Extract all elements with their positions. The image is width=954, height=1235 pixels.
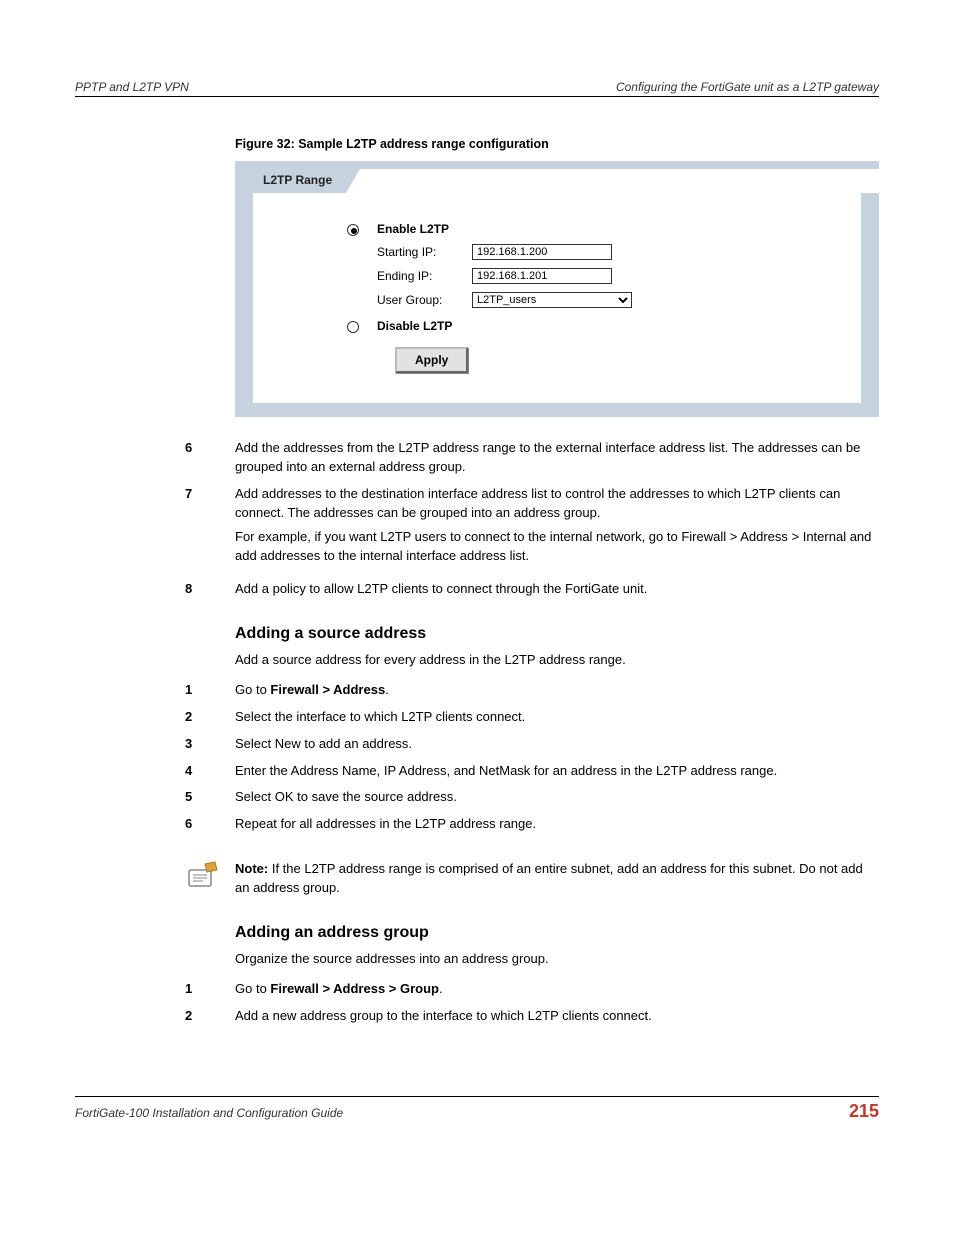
step-text: Add a policy to allow L2TP clients to co…: [235, 580, 879, 599]
source-intro: Add a source address for every address i…: [235, 651, 879, 669]
step-number: 7: [185, 485, 235, 566]
ending-ip-label: Ending IP:: [377, 269, 472, 283]
step-number: 3: [185, 735, 235, 754]
radio-enable-l2tp[interactable]: [347, 224, 359, 236]
step-number: 1: [185, 980, 235, 999]
step-number: 8: [185, 580, 235, 599]
step-text: Add the addresses from the L2TP address …: [235, 439, 879, 477]
step-text: Go to Firewall > Address > Group.: [235, 980, 879, 999]
step-text: Go to Firewall > Address.: [235, 681, 879, 700]
step-number: 4: [185, 762, 235, 781]
step-text: Repeat for all addresses in the L2TP add…: [235, 815, 879, 834]
step-text: Select New to add an address.: [235, 735, 879, 754]
radio-disable-l2tp[interactable]: [347, 321, 359, 333]
enable-l2tp-label: Enable L2TP: [377, 222, 472, 236]
page-number: 215: [849, 1101, 879, 1122]
ending-ip-input[interactable]: [472, 268, 612, 284]
starting-ip-label: Starting IP:: [377, 245, 472, 259]
header-left: PPTP and L2TP VPN: [75, 80, 189, 94]
note-label: Note:: [235, 861, 268, 876]
step-number: 6: [185, 815, 235, 834]
step-text: Enter the Address Name, IP Address, and …: [235, 762, 879, 781]
note-text: If the L2TP address range is comprised o…: [235, 861, 863, 895]
header-right: Configuring the FortiGate unit as a L2TP…: [616, 80, 879, 94]
step-text: Select OK to save the source address.: [235, 788, 879, 807]
apply-button[interactable]: Apply: [395, 347, 468, 373]
step-text: Select the interface to which L2TP clien…: [235, 708, 879, 727]
step-number: 5: [185, 788, 235, 807]
step-number: 1: [185, 681, 235, 700]
footer-rule: [75, 1096, 879, 1097]
step-number: 2: [185, 708, 235, 727]
figure-screenshot: L2TP Range Enable L2TP Starting IP: Endi…: [235, 161, 879, 417]
note-icon: [185, 860, 225, 893]
note-block: Note: If the L2TP address range is compr…: [185, 860, 879, 898]
starting-ip-input[interactable]: [472, 244, 612, 260]
user-group-label: User Group:: [377, 293, 472, 307]
footer-left: FortiGate-100 Installation and Configura…: [75, 1106, 343, 1120]
step-number: 6: [185, 439, 235, 477]
heading-source-address: Adding a source address: [235, 625, 879, 643]
user-group-select[interactable]: L2TP_users: [472, 292, 632, 308]
group-intro: Organize the source addresses into an ad…: [235, 950, 879, 968]
tab-l2tp-range[interactable]: L2TP Range: [253, 169, 346, 191]
header-rule: [75, 96, 879, 97]
disable-l2tp-label: Disable L2TP: [377, 319, 472, 333]
heading-address-group: Adding an address group: [235, 924, 879, 942]
figure-caption: Figure 32: Sample L2TP address range con…: [235, 137, 879, 151]
step-text: Add addresses to the destination interfa…: [235, 485, 879, 566]
step-text: Add a new address group to the interface…: [235, 1007, 879, 1026]
step-number: 2: [185, 1007, 235, 1026]
